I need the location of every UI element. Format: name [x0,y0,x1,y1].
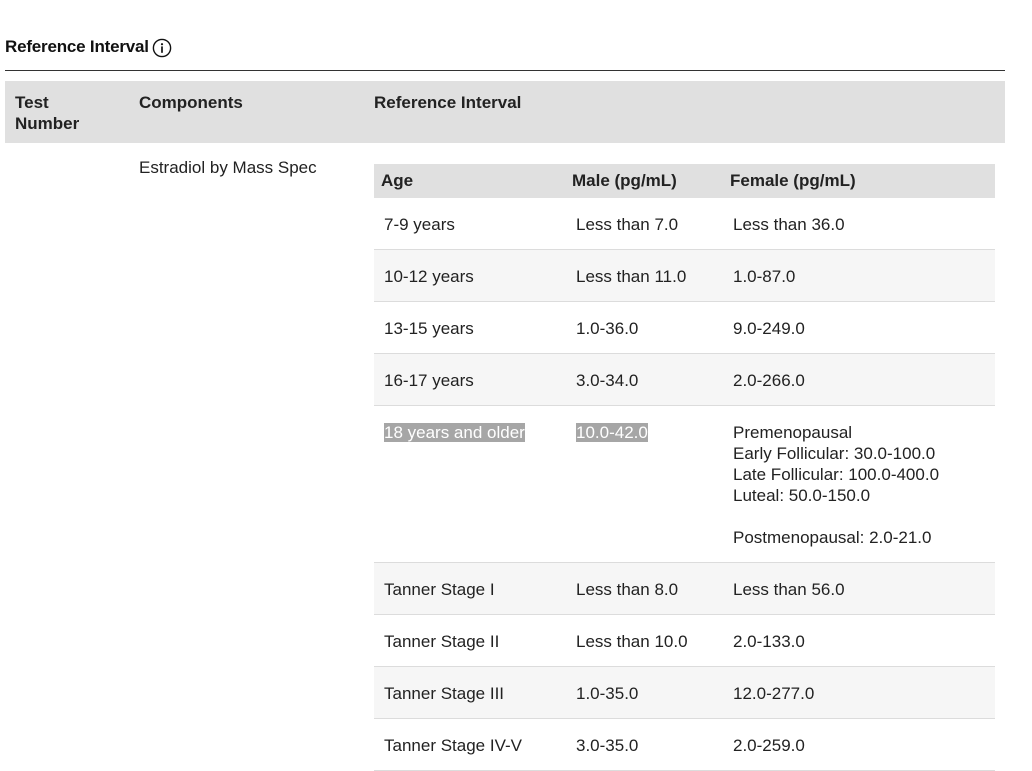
header-reference-interval: Reference Interval [374,93,522,112]
cell-age: Tanner Stage IV-V [384,736,522,755]
selected-text: 10.0-42.0 [576,423,648,442]
female-line-spacer [733,506,988,527]
cell-male: Less than 8.0 [576,580,679,599]
table-row: 16-17 years 3.0-34.0 2.0-266.0 [374,354,995,406]
cell-female: Less than 36.0 [733,215,845,234]
cell-female: Premenopausal Early Follicular: 30.0-100… [733,422,988,548]
cell-female: 2.0-259.0 [733,736,805,755]
selected-text: 18 years and older [384,423,525,442]
cell-age: 7-9 years [384,215,455,234]
table-row: 10-12 years Less than 11.0 1.0-87.0 [374,250,995,302]
table-row: Tanner Stage IV-V 3.0-35.0 2.0-259.0 [374,719,995,771]
cell-female: Less than 56.0 [733,580,845,599]
cell-male: 3.0-35.0 [576,736,639,755]
cell-male: Less than 11.0 [576,267,687,286]
header-age: Age [381,171,414,190]
cell-male: Less than 7.0 [576,215,679,234]
header-male: Male (pg/mL) [572,171,677,190]
female-line-postmenopausal: Postmenopausal: 2.0-21.0 [733,528,932,547]
component-name: Estradiol by Mass Spec [139,158,317,177]
cell-age: 18 years and older [384,422,525,443]
table-row: 18 years and older 10.0-42.0 Premenopaus… [374,406,995,563]
female-line-premenopausal: Premenopausal [733,423,853,442]
table-row: Tanner Stage I Less than 8.0 Less than 5… [374,563,995,615]
cell-age: Tanner Stage II [384,632,500,651]
outer-table-header: Test Number Components Reference Interva… [5,81,1005,143]
cell-male: 1.0-35.0 [576,684,639,703]
cell-age: 10-12 years [384,267,474,286]
table-row: 13-15 years 1.0-36.0 9.0-249.0 [374,302,995,354]
cell-female: 2.0-266.0 [733,371,805,390]
cell-age: Tanner Stage I [384,580,495,599]
cell-female: 1.0-87.0 [733,267,796,286]
info-icon[interactable] [152,38,172,58]
reference-interval-table: Age Male (pg/mL) Female (pg/mL) 7-9 year… [374,164,995,771]
inner-table-header: Age Male (pg/mL) Female (pg/mL) [374,164,995,198]
header-components: Components [139,93,243,112]
table-row: Tanner Stage III 1.0-35.0 12.0-277.0 [374,667,995,719]
female-line-late-follicular: Late Follicular: 100.0-400.0 [733,465,940,484]
header-female: Female (pg/mL) [730,171,856,190]
cell-male: Less than 10.0 [576,632,688,651]
table-row: 7-9 years Less than 7.0 Less than 36.0 [374,198,995,250]
table-row: Tanner Stage II Less than 10.0 2.0-133.0 [374,615,995,667]
female-line-early-follicular: Early Follicular: 30.0-100.0 [733,444,936,463]
cell-age: Tanner Stage III [384,684,505,703]
cell-female: 2.0-133.0 [733,632,805,651]
cell-age: 13-15 years [384,319,474,338]
female-line-luteal: Luteal: 50.0-150.0 [733,486,871,505]
section-heading: Reference Interval [5,36,172,58]
header-test-number: Test Number [15,93,80,133]
section-title-text: Reference Interval [5,37,149,56]
cell-male: 10.0-42.0 [576,422,648,443]
cell-male: 3.0-34.0 [576,371,639,390]
cell-female: 9.0-249.0 [733,319,805,338]
cell-female: 12.0-277.0 [733,684,815,703]
cell-age: 16-17 years [384,371,474,390]
cell-male: 1.0-36.0 [576,319,639,338]
section-divider [5,70,1005,71]
